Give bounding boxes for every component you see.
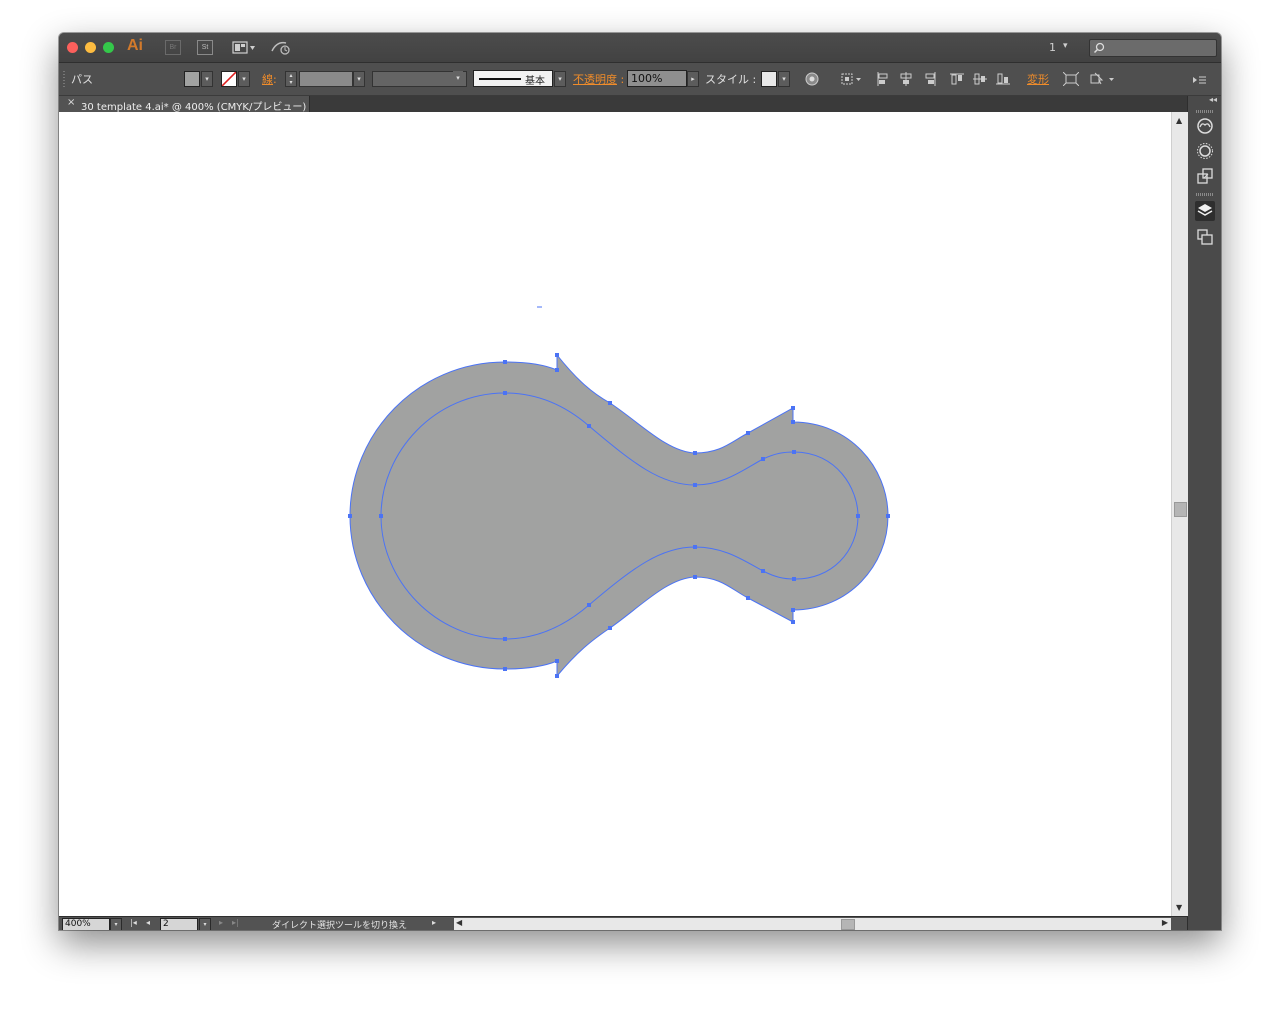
zoom-dropdown[interactable]: ▾	[110, 918, 122, 930]
stroke-color-swatch[interactable]	[221, 71, 237, 87]
stock-button[interactable]: St	[197, 40, 213, 55]
selected-shape[interactable]	[349, 353, 889, 678]
asset-export-icon[interactable]	[1195, 166, 1215, 186]
gpu-performance-icon[interactable]	[270, 39, 292, 59]
current-tool-status: ダイレクト選択ツールを切り換え	[272, 921, 408, 930]
last-artboard-icon[interactable]: ▸|	[232, 918, 239, 927]
scroll-up-icon[interactable]: ▲	[1176, 116, 1182, 125]
chevron-down-icon[interactable]: ▾	[1063, 41, 1068, 51]
selection-type-label: パス	[71, 73, 93, 86]
align-bottom-icon[interactable]	[996, 71, 1010, 90]
align-left-icon[interactable]	[876, 71, 890, 90]
artwork	[348, 306, 890, 678]
control-panel-menu-icon[interactable]	[1193, 71, 1207, 90]
stroke-weight-dropdown[interactable]: ▾	[353, 71, 365, 87]
artboards-icon[interactable]	[1195, 227, 1215, 247]
panel-group-grip[interactable]	[1196, 110, 1214, 113]
app-logo: Ai	[127, 37, 143, 54]
zoom-window-button[interactable]	[103, 42, 114, 53]
document-count[interactable]: 1	[1049, 41, 1056, 54]
stroke-dropdown[interactable]: ▾	[238, 71, 250, 87]
select-similar-icon[interactable]	[1090, 71, 1116, 90]
close-window-button[interactable]	[67, 42, 78, 53]
align-to-selection-icon[interactable]	[841, 71, 863, 90]
graphic-style-swatch[interactable]	[761, 71, 777, 87]
bridge-button[interactable]: Br	[165, 40, 181, 55]
artboard-dropdown[interactable]: ▾	[199, 918, 211, 930]
color-theme-icon[interactable]	[1195, 141, 1215, 161]
horizontal-scroll-thumb[interactable]	[841, 919, 855, 930]
vertical-scrollbar[interactable]: ▲ ▼	[1171, 112, 1188, 916]
previous-artboard-icon[interactable]: ◂	[146, 918, 150, 927]
illustrator-window: Ai Br St 1 ▾ パス ▾ ▾ 線: ▴ ▾ ▾ ▾ 基本 ▾ 不透明度…	[59, 33, 1221, 930]
chevron-down-icon[interactable]: ▾	[453, 71, 463, 85]
collapse-panels-icon[interactable]: ◂◂	[1209, 95, 1217, 104]
document-tab-bar: × 30 template 4.ai* @ 400% (CMYK/プレビュー)	[59, 96, 1187, 113]
graphic-style-label: スタイル :	[705, 73, 757, 86]
cc-libraries-icon[interactable]	[1195, 116, 1215, 136]
document-tab[interactable]: × 30 template 4.ai* @ 400% (CMYK/プレビュー)	[59, 96, 310, 113]
panel-group-grip[interactable]	[1196, 193, 1214, 196]
opacity-slider-button[interactable]: ▸	[687, 71, 699, 87]
opacity-input[interactable]: 100%	[627, 70, 687, 87]
align-horizontal-center-icon[interactable]	[899, 71, 913, 90]
vertical-scroll-thumb[interactable]	[1174, 502, 1187, 517]
brush-definition-label: 基本	[525, 76, 545, 87]
artboard-canvas[interactable]	[59, 112, 1171, 916]
status-bar: 400% ▾ |◂ ◂ 2 ▾ ▸ ▸| ダイレクト選択ツールを切り換え ▸ ◀…	[59, 916, 1187, 930]
scroll-down-icon[interactable]: ▼	[1176, 903, 1182, 912]
graphic-style-dropdown[interactable]: ▾	[778, 71, 790, 87]
next-artboard-icon[interactable]: ▸	[219, 918, 223, 927]
document-tab-title: 30 template 4.ai* @ 400% (CMYK/プレビュー)	[81, 102, 307, 113]
recolor-artwork-icon[interactable]	[805, 71, 819, 90]
status-menu-icon[interactable]: ▸	[432, 918, 436, 927]
align-right-icon[interactable]	[923, 71, 937, 90]
control-bar: パス ▾ ▾ 線: ▴ ▾ ▾ ▾ 基本 ▾ 不透明度 : 100% ▸ スタイル…	[59, 63, 1221, 96]
workspace-switcher-icon[interactable]	[232, 40, 256, 59]
stroke-weight-stepper[interactable]: ▴ ▾	[285, 71, 297, 87]
title-bar: Ai Br St 1 ▾	[59, 33, 1221, 63]
scroll-right-icon[interactable]: ▶	[1162, 918, 1168, 927]
horizontal-scrollbar[interactable]: ◀ ▶	[454, 918, 1171, 930]
first-artboard-icon[interactable]: |◂	[130, 918, 137, 927]
scroll-left-icon[interactable]: ◀	[456, 918, 462, 927]
search-icon	[1093, 42, 1105, 54]
stroke-weight-field[interactable]	[299, 71, 353, 87]
stroke-preview	[479, 78, 521, 80]
transform-button[interactable]: 変形	[1027, 71, 1049, 87]
stroke-weight-label[interactable]: 線:	[262, 71, 277, 87]
panel-dock: ◂◂	[1187, 95, 1221, 930]
opacity-label[interactable]: 不透明度 :	[573, 71, 624, 87]
align-top-icon[interactable]	[950, 71, 964, 90]
align-vertical-center-icon[interactable]	[973, 71, 987, 90]
minimize-window-button[interactable]	[85, 42, 96, 53]
isolate-selected-icon[interactable]	[1062, 71, 1080, 90]
layers-icon[interactable]	[1195, 201, 1215, 221]
brush-definition-field[interactable]: 基本	[473, 70, 553, 87]
fill-color-swatch[interactable]	[184, 71, 200, 87]
control-bar-grip[interactable]	[63, 71, 65, 87]
zoom-level-field[interactable]: 400%	[62, 918, 110, 930]
fill-dropdown[interactable]: ▾	[201, 71, 213, 87]
close-tab-icon[interactable]: ×	[67, 97, 75, 108]
brush-dropdown[interactable]: ▾	[554, 71, 566, 87]
help-search-input[interactable]	[1089, 39, 1217, 57]
artboard-number-field[interactable]: 2	[160, 918, 198, 930]
